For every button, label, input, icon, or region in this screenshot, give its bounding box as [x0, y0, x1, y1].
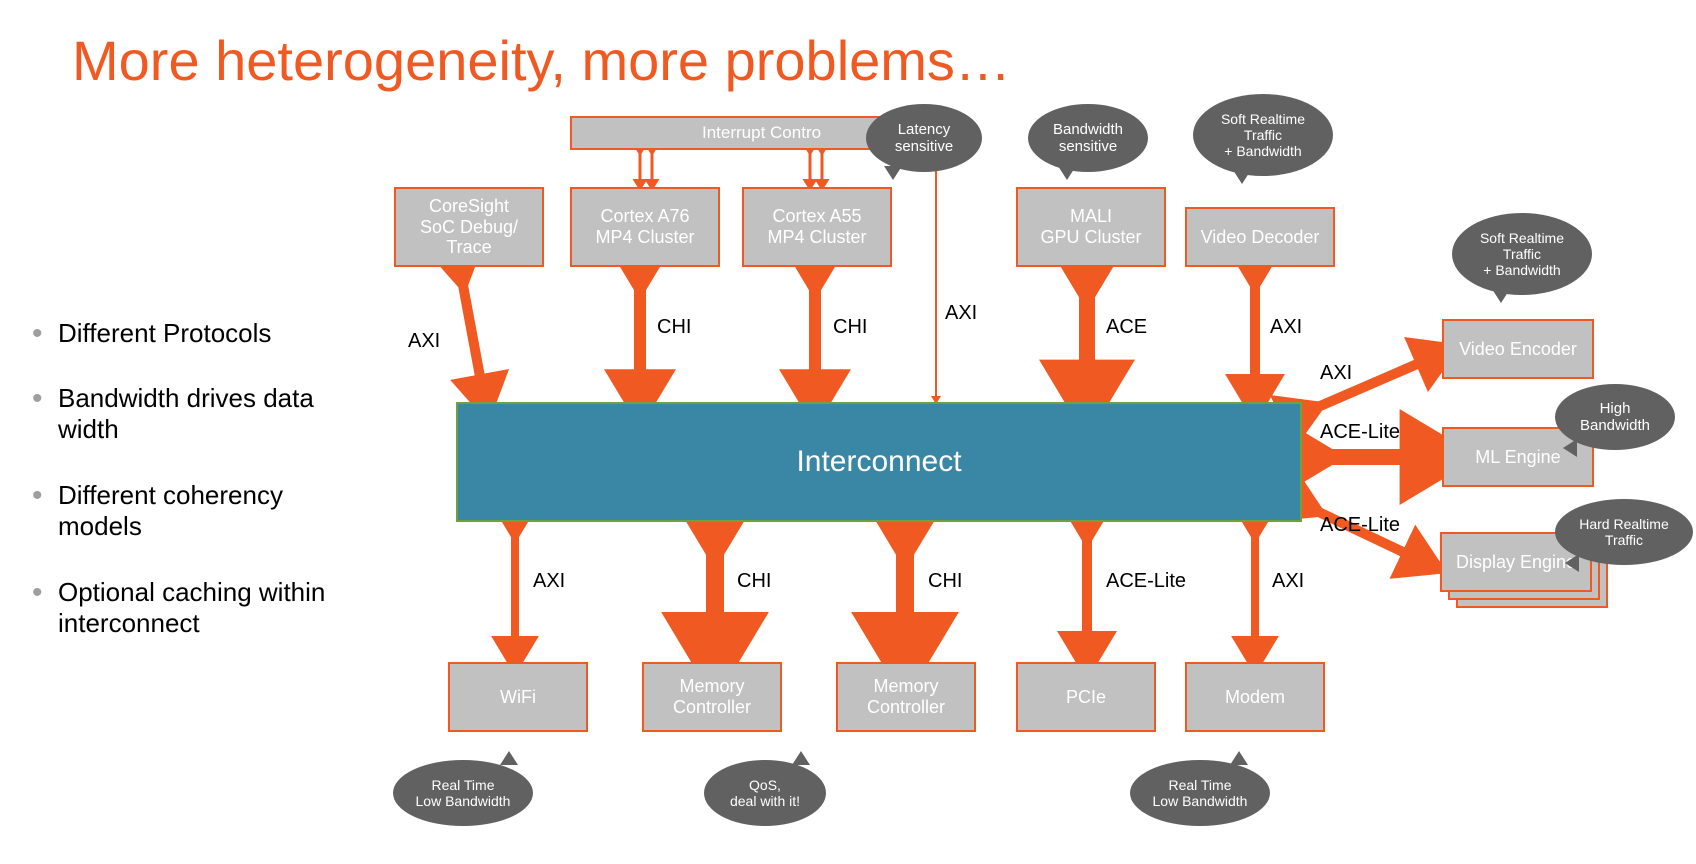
bubble-tail [1233, 170, 1251, 184]
label: Cortex A55 MP4 Cluster [767, 206, 866, 247]
label: Hard Realtime Traffic [1579, 516, 1668, 548]
bubble-soft-realtime-1: Soft Realtime Traffic + Bandwidth [1193, 94, 1333, 176]
block-wifi: WiFi [448, 662, 588, 732]
label: Real Time Low Bandwidth [1153, 777, 1248, 809]
label-chi: CHI [928, 570, 962, 593]
label: QoS, deal with it! [730, 777, 800, 809]
bubble-qos: QoS, deal with it! [704, 760, 826, 826]
label-axi: AXI [1270, 316, 1302, 339]
label: Modem [1225, 687, 1285, 708]
label-ace-lite: ACE-Lite [1320, 421, 1400, 444]
bullet-3: Different coherency models [58, 480, 368, 541]
bullet-1: Different Protocols [58, 318, 368, 349]
bubble-tail [1563, 439, 1577, 457]
label: Memory Controller [867, 676, 945, 717]
block-mali-gpu: MALI GPU Cluster [1016, 187, 1166, 267]
label: ML Engine [1475, 447, 1560, 468]
label-axi: AXI [945, 302, 977, 325]
block-memory-controller-2: Memory Controller [836, 662, 976, 732]
block-cortex-a55: Cortex A55 MP4 Cluster [742, 187, 892, 267]
bubble-bandwidth-sensitive: Bandwidth sensitive [1028, 104, 1148, 172]
block-pcie: PCIe [1016, 662, 1156, 732]
label: Display Engine [1456, 552, 1576, 573]
label-ace: ACE [1106, 316, 1147, 339]
bullet-2: Bandwidth drives data width [58, 383, 368, 444]
slide-title: More heterogeneity, more problems… [72, 28, 1011, 93]
label-axi: AXI [1320, 362, 1352, 385]
bullet-dot: • [32, 384, 43, 414]
label: WiFi [500, 687, 536, 708]
label-axi: AXI [1272, 570, 1304, 593]
block-video-encoder: Video Encoder [1442, 319, 1594, 379]
bubble-tail [792, 751, 810, 765]
label: Memory Controller [673, 676, 751, 717]
block-memory-controller-1: Memory Controller [642, 662, 782, 732]
bullet-dot: • [32, 481, 43, 511]
label-ace-lite: ACE-Lite [1106, 570, 1186, 593]
label: Latency sensitive [895, 121, 953, 156]
label: CoreSight SoC Debug/ Trace [420, 196, 518, 258]
bubble-tail [1058, 166, 1076, 180]
label: MALI GPU Cluster [1040, 206, 1141, 247]
label-chi: CHI [657, 316, 691, 339]
bubble-tail [500, 751, 518, 765]
label: Cortex A76 MP4 Cluster [595, 206, 694, 247]
label: Soft Realtime Traffic + Bandwidth [1221, 111, 1305, 159]
label: Bandwidth sensitive [1053, 121, 1123, 156]
bullet-4: Optional caching within interconnect [58, 577, 368, 638]
bubble-tail [1492, 289, 1510, 303]
bullet-dot: • [32, 319, 43, 349]
label-ace-lite: ACE-Lite [1320, 514, 1400, 537]
bubble-realtime-low-bw-2: Real Time Low Bandwidth [1130, 760, 1270, 826]
bubble-realtime-low-bw-1: Real Time Low Bandwidth [393, 760, 533, 826]
bubble-tail [884, 166, 902, 180]
label: Real Time Low Bandwidth [416, 777, 511, 809]
label-axi: AXI [533, 570, 565, 593]
label: Video Decoder [1201, 227, 1320, 248]
label: Video Encoder [1459, 339, 1577, 360]
bubble-tail [1230, 751, 1248, 765]
bubble-soft-realtime-2: Soft Realtime Traffic + Bandwidth [1452, 213, 1592, 295]
label: Interconnect [796, 445, 961, 479]
label: Interrupt Contro [702, 123, 821, 143]
label: High Bandwidth [1580, 400, 1650, 435]
label: Soft Realtime Traffic + Bandwidth [1480, 230, 1564, 278]
block-interconnect: Interconnect [456, 402, 1302, 522]
label-chi: CHI [833, 316, 867, 339]
block-coresight: CoreSight SoC Debug/ Trace [394, 187, 544, 267]
bubble-latency-sensitive: Latency sensitive [866, 104, 982, 172]
label-chi: CHI [737, 570, 771, 593]
label: PCIe [1066, 687, 1106, 708]
block-modem: Modem [1185, 662, 1325, 732]
label-axi: AXI [408, 330, 440, 353]
bubble-tail [1565, 554, 1579, 572]
block-video-decoder: Video Decoder [1185, 207, 1335, 267]
block-cortex-a76: Cortex A76 MP4 Cluster [570, 187, 720, 267]
bullet-dot: • [32, 578, 43, 608]
